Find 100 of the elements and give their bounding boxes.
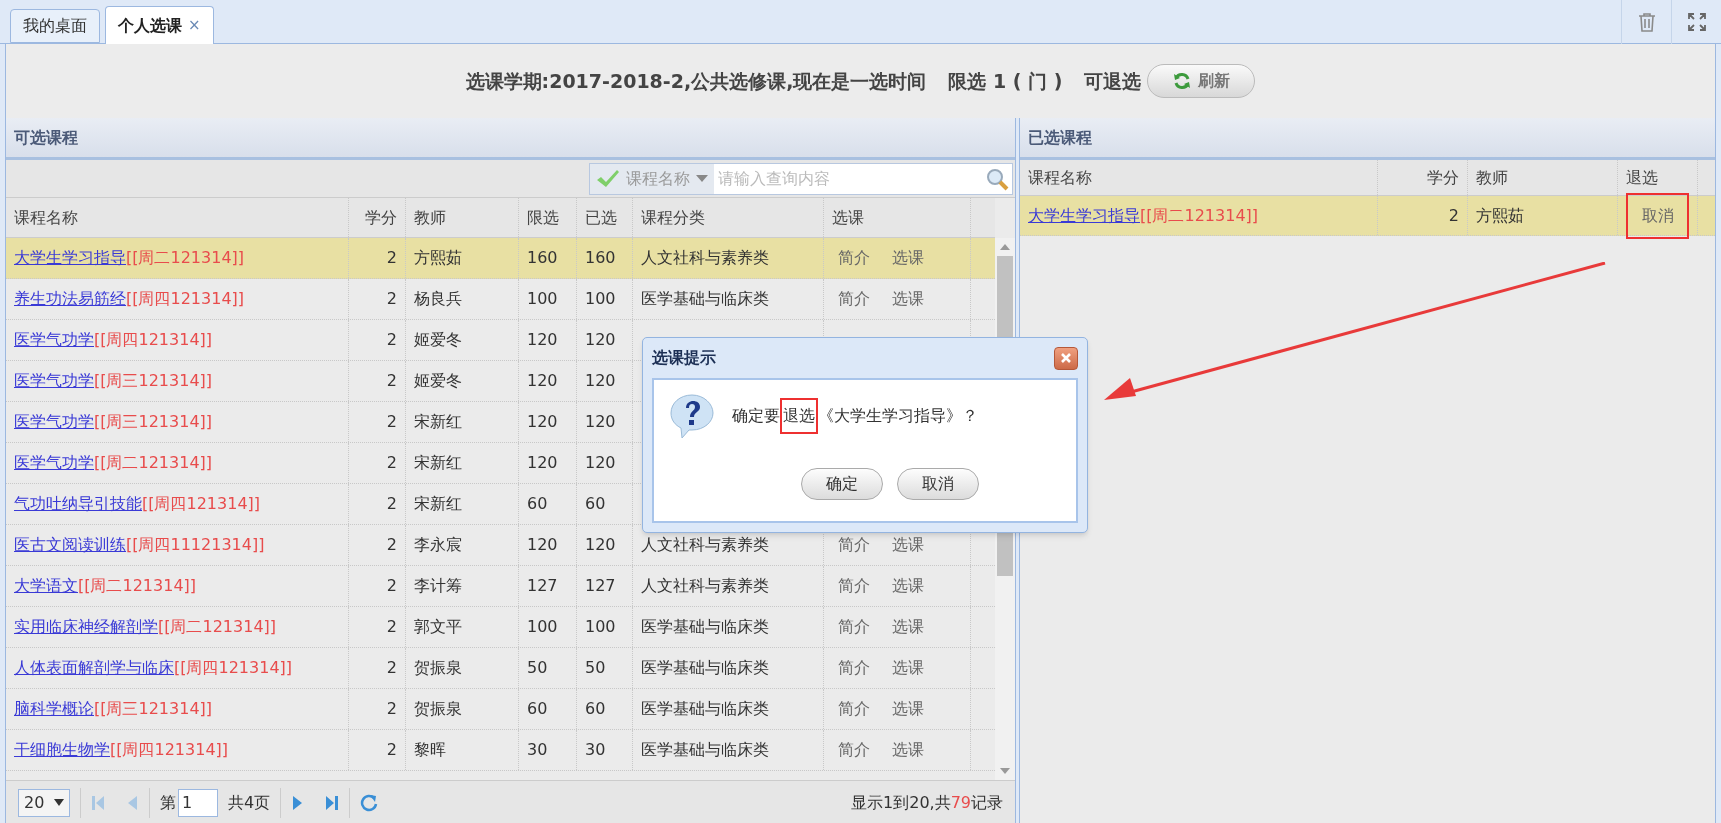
course-link[interactable]: 干细胞生物学 [14,738,110,762]
refresh-button[interactable]: 刷新 [1147,64,1256,98]
table-cell-text: 120 [527,411,558,433]
column-header[interactable]: 选课 [824,198,971,237]
column-header[interactable]: 已选 [577,198,633,237]
page-size-select[interactable]: 20 [18,788,70,817]
action-link[interactable]: 选课 [892,738,924,762]
course-link[interactable]: 医学气功学 [14,369,94,393]
table-cell-text: 2 [386,370,397,392]
dialog-button[interactable]: 确定 [801,468,883,500]
close-button[interactable]: × [188,14,201,37]
course-link[interactable]: 大学生学习指导 [14,246,126,270]
schedule-text: [[周四121314]] [174,657,293,679]
table-cell-text: 60 [585,493,606,515]
table-cell-text: 姬爱冬 [414,329,462,351]
table-cell-text: 30 [585,739,606,761]
close-button[interactable] [1054,346,1078,370]
action-link[interactable]: 简介 [838,246,870,270]
table-cell-text: 2 [386,288,397,310]
column-header[interactable]: 限选 [519,198,577,237]
table-cell-text: 120 [585,411,616,433]
action-link[interactable]: 选课 [892,697,924,721]
course-link[interactable]: 气功吐纳导引技能 [14,492,142,516]
panel-title: 可选课程 [6,118,1015,160]
column-header[interactable]: 退选 [1618,160,1698,195]
table-row[interactable]: 大学生学习指导[[周二121314]] 2 方熙茹 取消 [1020,196,1715,236]
schedule-text: [[周四121314]] [94,329,213,351]
action-link[interactable]: 简介 [838,738,870,762]
first-page-icon[interactable] [91,794,105,811]
action-link[interactable]: 简介 [838,656,870,680]
table-cell-text: 50 [527,657,548,679]
course-link[interactable]: 医学气功学 [14,410,94,434]
tab[interactable]: 个人选课 × [105,6,214,44]
schedule-text: [[周三121314]] [94,698,213,720]
table-cell-text: 宋新红 [414,452,462,474]
table-row[interactable]: 实用临床神经解剖学[[周二121314]] 2 郭文平 100 100 医学基础与临床类 简介 选课 [6,607,995,648]
total-pages: 共4页 [228,791,271,814]
course-link[interactable]: 医学气功学 [14,451,94,475]
table-row[interactable]: 大学语文[[周二121314]] 2 李计筹 127 127 人文社科与素养类 简介 选课 [6,566,995,607]
action-link[interactable]: 选课 [892,287,924,311]
table-cell-text: 100 [527,288,558,310]
table-row[interactable]: 干细胞生物学[[周四121314]] 2 黎晖 30 30 医学基础与临床类 简介 选课 [6,730,995,771]
course-link[interactable]: 养生功法易筋经 [14,287,126,311]
table-cell-text: 2 [386,493,397,515]
table-cell-text: 人文社科与素养类 [641,575,769,597]
action-link[interactable]: 选课 [892,615,924,639]
withdraw-info: 可退选 [1084,68,1142,94]
dialog-button[interactable]: 取消 [897,468,979,500]
course-link[interactable]: 医学气功学 [14,328,94,352]
table-row[interactable]: 医古文阅读训练[[周四11121314]] 2 李永宸 120 120 人文社科与素养类 简介 选课 [6,525,995,566]
course-link[interactable]: 大学生学习指导 [1028,203,1140,228]
table-row[interactable]: 养生功法易筋经[[周四121314]] 2 杨良兵 100 100 医学基础与临床类 简介 选课 [6,279,995,320]
table-cell-text: 160 [585,247,616,269]
column-header[interactable]: 学分 [349,198,406,237]
action-link[interactable]: 选课 [892,533,924,557]
table-cell-text: 120 [527,534,558,556]
search-icon[interactable] [985,166,1009,191]
column-header[interactable]: 课程名称 [6,198,349,237]
page-input[interactable]: 1 [178,788,218,817]
action-link[interactable]: 选课 [892,246,924,270]
action-link[interactable]: 选课 [892,574,924,598]
course-link[interactable]: 实用临床神经解剖学 [14,615,158,639]
table-cell-text: 30 [527,739,548,761]
action-link[interactable]: 简介 [838,533,870,557]
course-link[interactable]: 人体表面解剖学与临床 [14,656,174,680]
table-cell-text: 郭文平 [414,616,462,638]
reload-icon[interactable] [360,793,379,812]
action-link[interactable]: 简介 [838,615,870,639]
table-cell-text: 60 [585,698,606,720]
column-header[interactable]: 学分 [1378,160,1468,195]
table-cell-text: 2 [386,247,397,269]
action-link[interactable]: 选课 [892,656,924,680]
cancel-link[interactable]: 取消 [1626,192,1689,239]
last-page-icon[interactable] [325,794,340,811]
table-cell-text: 100 [585,288,616,310]
table-cell-text: 2 [386,698,397,720]
table-row[interactable]: 人体表面解剖学与临床[[周四121314]] 2 贺振泉 50 50 医学基础与临床类 简介 选课 [6,648,995,689]
close-icon [1060,352,1072,364]
column-header[interactable]: 课程分类 [633,198,824,237]
table-cell-text: 60 [527,493,548,515]
column-header[interactable]: 教师 [1468,160,1618,195]
action-link[interactable]: 简介 [838,697,870,721]
course-link[interactable]: 医古文阅读训练 [14,533,126,557]
table-cell-text: 方熙茹 [414,247,462,269]
action-link[interactable]: 简介 [838,574,870,598]
course-link[interactable]: 脑科学概论 [14,697,94,721]
table-cell-text: 医学基础与临床类 [641,616,769,638]
column-header[interactable]: 课程名称 [1020,160,1378,195]
trash-icon [1637,11,1656,32]
table-cell-text: 杨良兵 [414,288,462,310]
action-link[interactable]: 简介 [838,287,870,311]
tab[interactable]: 我的桌面 [10,9,100,43]
table-cell-text: 宋新红 [414,493,462,515]
column-header[interactable]: 教师 [406,198,519,237]
course-link[interactable]: 大学语文 [14,574,78,598]
table-cell-text: 60 [527,698,548,720]
table-row[interactable]: 脑科学概论[[周三121314]] 2 贺振泉 60 60 医学基础与临床类 简介 选课 [6,689,995,730]
table-cell-text: 120 [527,329,558,351]
table-cell-text: 2 [386,739,397,761]
table-row[interactable]: 大学生学习指导[[周二121314]] 2 方熙茹 160 160 人文社科与素养类 简介 选课 [6,238,995,279]
